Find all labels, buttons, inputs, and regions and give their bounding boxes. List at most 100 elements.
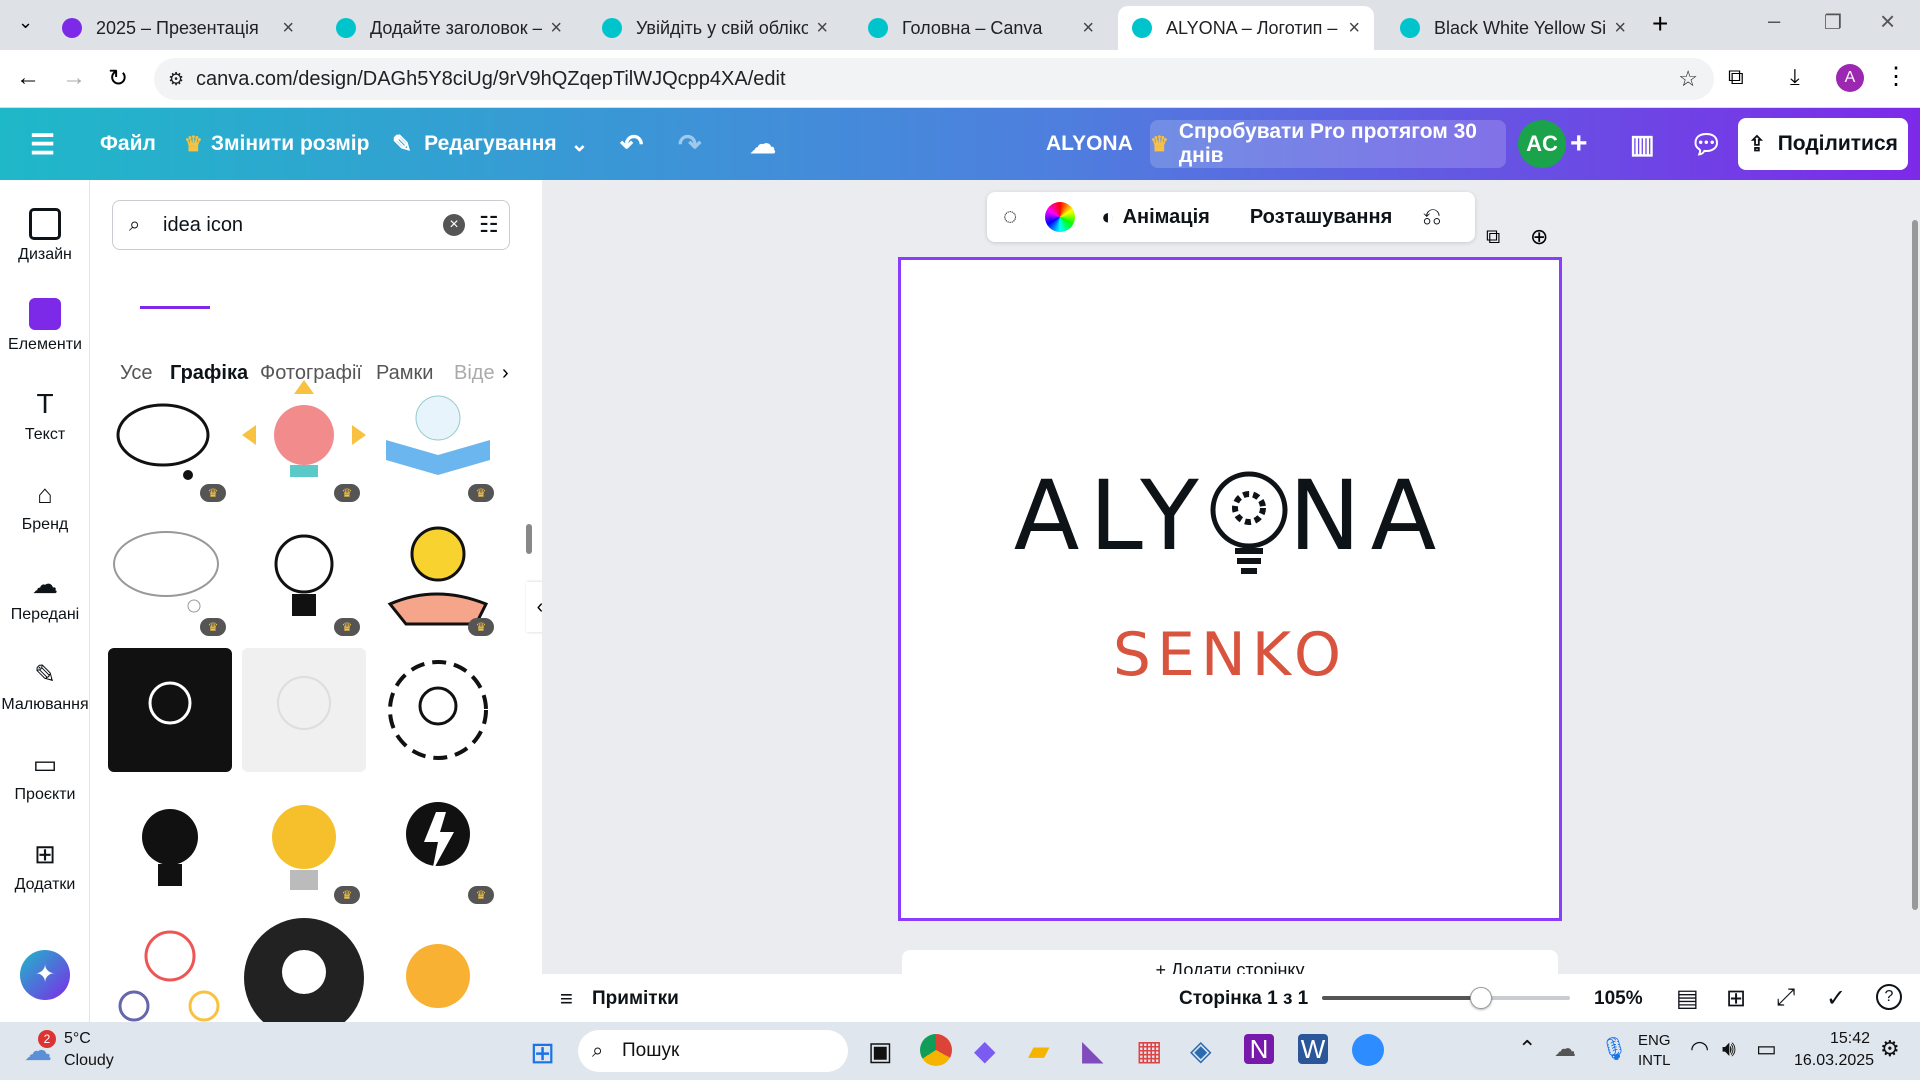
taskbar-search[interactable]: ⌕ Пошук: [578, 1030, 848, 1072]
black-bulb-graphic[interactable]: [108, 782, 232, 906]
browser-tab[interactable]: Black White Yellow Simple ×: [1386, 6, 1640, 50]
weather-widget[interactable]: ☁ 2 5°C Cloudy: [24, 1030, 144, 1074]
cloud-saved-icon[interactable]: ☁: [750, 108, 776, 180]
windows-start-icon[interactable]: ⊞: [530, 1036, 555, 1071]
design-page[interactable]: ALY NA SENKO: [898, 257, 1562, 921]
extensions-icon[interactable]: ⧉: [1728, 64, 1744, 90]
new-tab-icon[interactable]: +: [1652, 8, 1668, 40]
language-indicator[interactable]: ENG: [1638, 1032, 1671, 1049]
editing-mode-button[interactable]: ✎ Редагування ⌄: [392, 108, 588, 180]
notes-button[interactable]: Примітки: [592, 988, 679, 1010]
back-icon[interactable]: ←: [16, 64, 40, 92]
rail-item-draw[interactable]: ✎ Малювання: [0, 658, 90, 714]
rail-item-apps[interactable]: ⊞ Додатки: [0, 838, 90, 894]
hand-bulb-graphic[interactable]: ♛: [376, 514, 500, 638]
design-title[interactable]: ALYONA: [1046, 108, 1133, 180]
battery-icon[interactable]: ▭: [1756, 1036, 1777, 1062]
zoom-slider[interactable]: [1322, 987, 1570, 1009]
zoom-app-icon[interactable]: [1352, 1034, 1384, 1066]
comment-icon[interactable]: 💬︎: [1690, 108, 1723, 180]
close-tab-icon[interactable]: ×: [550, 17, 562, 40]
resize-button[interactable]: ♛ Змінити розмір: [184, 108, 369, 180]
insights-chart-icon[interactable]: ▥: [1630, 108, 1655, 180]
visual-studio-icon[interactable]: ◣: [1082, 1034, 1104, 1067]
zoom-slider-handle[interactable]: [1469, 987, 1492, 1009]
volume-icon[interactable]: 🔊︎: [1722, 1036, 1736, 1062]
check-accessibility-icon[interactable]: ✓: [1826, 984, 1846, 1013]
redo-icon[interactable]: ↷: [678, 108, 701, 180]
browser-menu-icon[interactable]: ⋮: [1884, 62, 1908, 91]
copilot-icon[interactable]: ◆: [974, 1034, 996, 1067]
tab-search-chevron-icon[interactable]: ⌄: [18, 12, 33, 33]
profile-avatar[interactable]: A: [1836, 64, 1864, 92]
position-button[interactable]: Розташування: [1250, 206, 1392, 229]
notes-icon[interactable]: ≡: [560, 986, 573, 1012]
magic-sparkle-icon[interactable]: ✦: [20, 950, 70, 1000]
close-tab-icon[interactable]: ×: [1082, 17, 1094, 40]
book-bulb-graphic[interactable]: ♛: [376, 380, 500, 504]
filter-sliders-icon[interactable]: ☷: [479, 212, 499, 238]
grid-view-icon[interactable]: ⊞: [1726, 984, 1746, 1013]
browser-tab[interactable]: Головна – Canva ×: [854, 6, 1108, 50]
circle-bulb-graphic[interactable]: [376, 648, 500, 772]
rail-item-brand[interactable]: ⌂ Бренд: [0, 478, 90, 534]
close-tab-icon[interactable]: ×: [1348, 17, 1360, 40]
brain-bulb-graphic[interactable]: ♛: [242, 380, 366, 504]
rail-item-text[interactable]: T Текст: [0, 388, 90, 444]
chrome-icon[interactable]: [920, 1034, 952, 1066]
thought-bubble-graphic[interactable]: ♛: [108, 380, 232, 504]
user-avatar[interactable]: AC: [1518, 120, 1566, 168]
file-explorer-icon[interactable]: ▰: [1028, 1034, 1050, 1067]
panel-scrollbar[interactable]: [526, 524, 532, 554]
logo-subtitle[interactable]: SENKO: [901, 620, 1559, 690]
onenote-icon[interactable]: N: [1244, 1034, 1274, 1064]
close-tab-icon[interactable]: ×: [816, 17, 828, 40]
try-pro-button[interactable]: ♛ Спробувати Pro протягом 30 днів: [1150, 120, 1506, 168]
animation-button[interactable]: Анімація: [1123, 206, 1210, 229]
zoom-percentage[interactable]: 105%: [1594, 988, 1643, 1010]
task-view-icon[interactable]: ▣: [868, 1036, 893, 1067]
word-icon[interactable]: W: [1298, 1034, 1328, 1064]
vpn-app-icon[interactable]: ◈: [1190, 1034, 1212, 1067]
bookmark-star-icon[interactable]: ☆: [1678, 66, 1698, 92]
browser-tab[interactable]: Додайте заголовок – Лого ×: [322, 6, 576, 50]
close-tab-icon[interactable]: ×: [1614, 17, 1626, 40]
forward-icon[interactable]: →: [62, 64, 86, 92]
minimize-icon[interactable]: –: [1768, 8, 1780, 34]
downloads-icon[interactable]: ⤓: [1790, 64, 1800, 90]
blackboard-bulb-graphic[interactable]: [108, 648, 232, 772]
share-button[interactable]: ⇪ Поділитися: [1738, 118, 1908, 170]
rail-item-design[interactable]: Дизайн: [0, 208, 90, 264]
url-field[interactable]: ⚙ canva.com/design/DAGh5Y8ciUg/9rV9hQZqe…: [154, 58, 1714, 100]
magic-edit-icon[interactable]: ◌: [1003, 203, 1017, 231]
show-hidden-icons-chevron-icon[interactable]: ⌃: [1518, 1036, 1536, 1062]
page-indicator[interactable]: Сторінка 1 з 1: [1179, 988, 1308, 1010]
apps-grid-icon[interactable]: ▦: [1136, 1034, 1162, 1067]
browser-tab-active[interactable]: ALYONA – Логотип – Canv ×: [1118, 6, 1374, 50]
rail-item-uploads[interactable]: ☁ Передані: [0, 568, 90, 624]
paint-roller-icon[interactable]: ⎌: [1422, 203, 1441, 231]
site-info-icon[interactable]: ⚙: [168, 69, 184, 90]
browser-tab[interactable]: Увійдіть у свій обліковий ×: [588, 6, 842, 50]
logo-title[interactable]: ALY NA: [901, 460, 1559, 578]
add-page-icon[interactable]: ⊕: [1530, 224, 1548, 250]
color-wheel-icon[interactable]: [1045, 202, 1076, 232]
maximize-icon[interactable]: ❐: [1824, 10, 1842, 35]
rail-item-projects[interactable]: ▭ Проєкти: [0, 748, 90, 804]
clock-date[interactable]: 16.03.2025: [1794, 1052, 1874, 1070]
workspace-scrollbar[interactable]: [1912, 220, 1918, 910]
cloud-outline-graphic[interactable]: ♛: [108, 514, 232, 638]
browser-tab[interactable]: 2025 – Презентація ×: [48, 6, 308, 50]
file-menu[interactable]: Файл: [100, 108, 156, 180]
page-view-icon[interactable]: ▤: [1676, 984, 1699, 1013]
clock-time[interactable]: 15:42: [1830, 1030, 1870, 1048]
search-input[interactable]: ⌕ idea icon × ☷: [112, 200, 510, 250]
yellow-bulb-graphic[interactable]: ♛: [242, 782, 366, 906]
undo-icon[interactable]: ↶: [620, 108, 643, 180]
wifi-icon[interactable]: ◠: [1690, 1036, 1709, 1062]
microphone-icon[interactable]: 🎙︎: [1600, 1036, 1628, 1062]
close-tab-icon[interactable]: ×: [282, 17, 294, 40]
keyboard-layout-indicator[interactable]: INTL: [1638, 1052, 1671, 1069]
rail-item-elements[interactable]: Елементи: [0, 298, 90, 354]
clear-search-icon[interactable]: ×: [443, 214, 465, 236]
